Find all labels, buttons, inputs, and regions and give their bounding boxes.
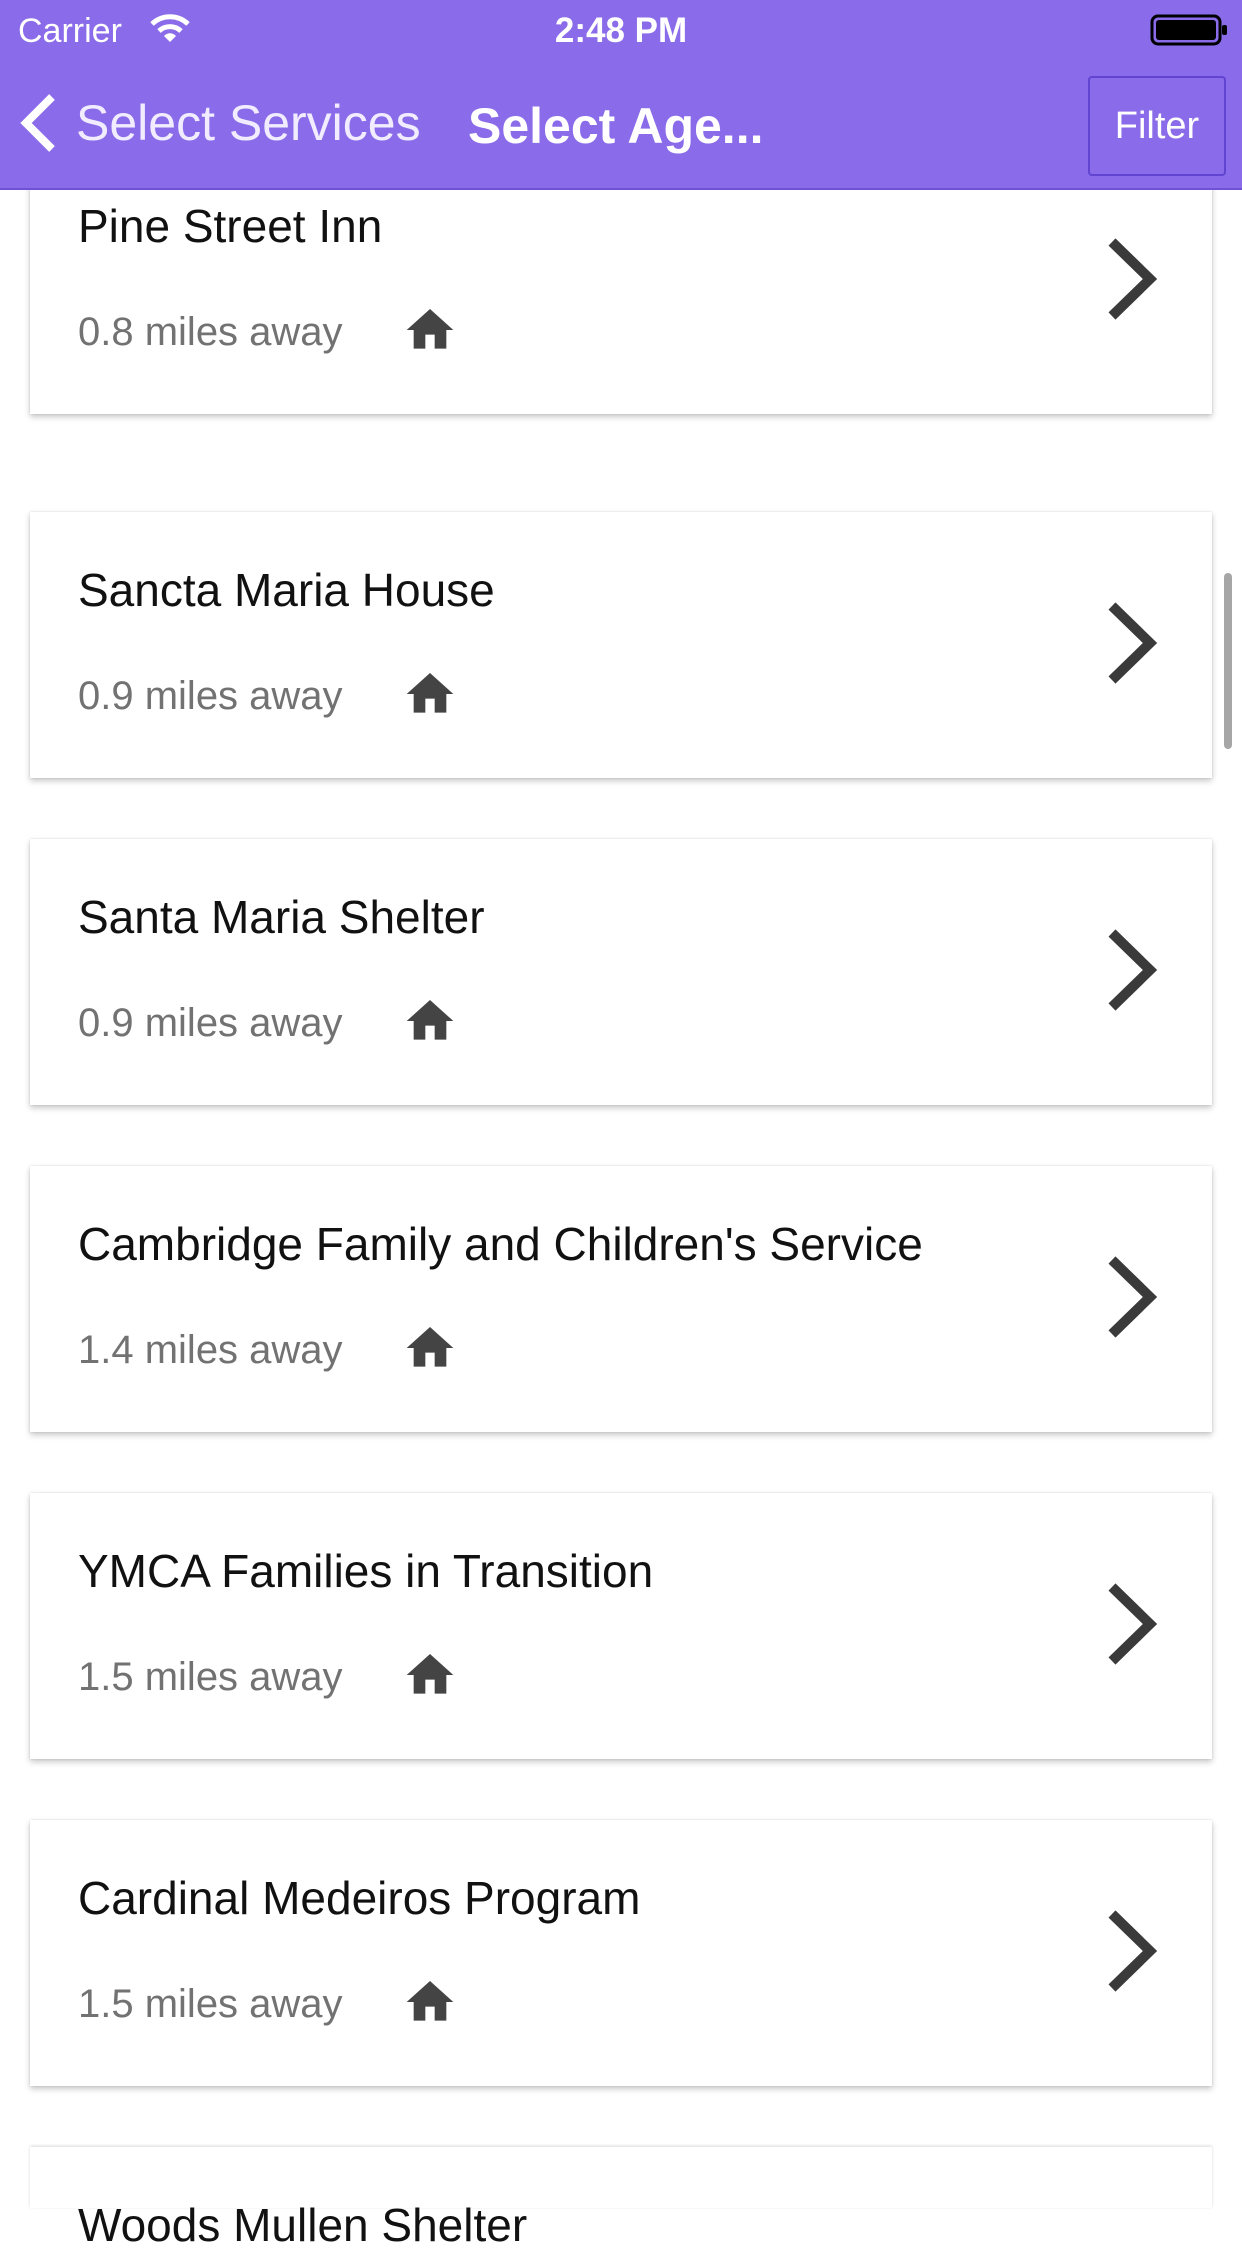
chevron-right-icon (1108, 1256, 1158, 1338)
result-distance: 1.5 miles away (78, 1982, 343, 2026)
chevron-right-icon (1108, 929, 1158, 1011)
result-distance: 1.4 miles away (78, 1328, 343, 1372)
chevron-right-icon (1108, 1910, 1158, 1992)
page-title: Select Age... (468, 98, 764, 154)
result-name: Cardinal Medeiros Program (78, 1872, 641, 1924)
result-distance: 0.9 miles away (78, 674, 343, 718)
result-card[interactable]: YMCA Families in Transition 1.5 miles aw… (30, 1493, 1212, 1759)
home-icon (406, 673, 454, 713)
status-time: 2:48 PM (554, 11, 688, 50)
home-icon (406, 1981, 454, 2021)
chevron-left-icon (20, 94, 55, 152)
header: Carrier 2:48 PM Select Services Select A… (0, 0, 1242, 190)
result-name: Cambridge Family and Children's Service (78, 1218, 923, 1270)
chevron-right-icon (1108, 602, 1158, 684)
back-label: Select Services (76, 95, 421, 151)
chevron-right-icon (1108, 238, 1158, 320)
result-distance: 0.8 miles away (78, 310, 343, 354)
home-icon (406, 1000, 454, 1040)
result-card[interactable]: Sancta Maria House 0.9 miles away (30, 512, 1212, 778)
result-card[interactable]: Woods Mullen Shelter (30, 2147, 1212, 2251)
home-icon (406, 1654, 454, 1694)
result-name: Woods Mullen Shelter (78, 2199, 528, 2251)
navigation-bar: Select Services Select Age... Filter (0, 60, 1242, 190)
home-icon (406, 1327, 454, 1367)
chevron-right-icon (1108, 1583, 1158, 1665)
result-distance: 1.5 miles away (78, 1655, 343, 1699)
home-icon (406, 309, 454, 349)
back-button[interactable]: Select Services (18, 88, 421, 158)
battery-icon (1150, 14, 1227, 46)
result-card[interactable]: Cardinal Medeiros Program 1.5 miles away (30, 1820, 1212, 2086)
result-name: Santa Maria Shelter (78, 891, 485, 943)
status-bar: Carrier 2:48 PM (0, 0, 1242, 60)
result-name: Sancta Maria House (78, 564, 495, 616)
result-distance: 0.9 miles away (78, 1001, 343, 1045)
results-list[interactable]: Pine Street Inn 0.8 miles away Sancta Ma… (0, 0, 1242, 2251)
result-card[interactable]: Cambridge Family and Children's Service … (30, 1166, 1212, 1432)
scrollbar[interactable] (1224, 573, 1232, 749)
result-name: Pine Street Inn (78, 200, 383, 252)
result-card[interactable]: Santa Maria Shelter 0.9 miles away (30, 839, 1212, 1105)
result-name: YMCA Families in Transition (78, 1545, 654, 1597)
filter-button[interactable]: Filter (1088, 76, 1226, 176)
